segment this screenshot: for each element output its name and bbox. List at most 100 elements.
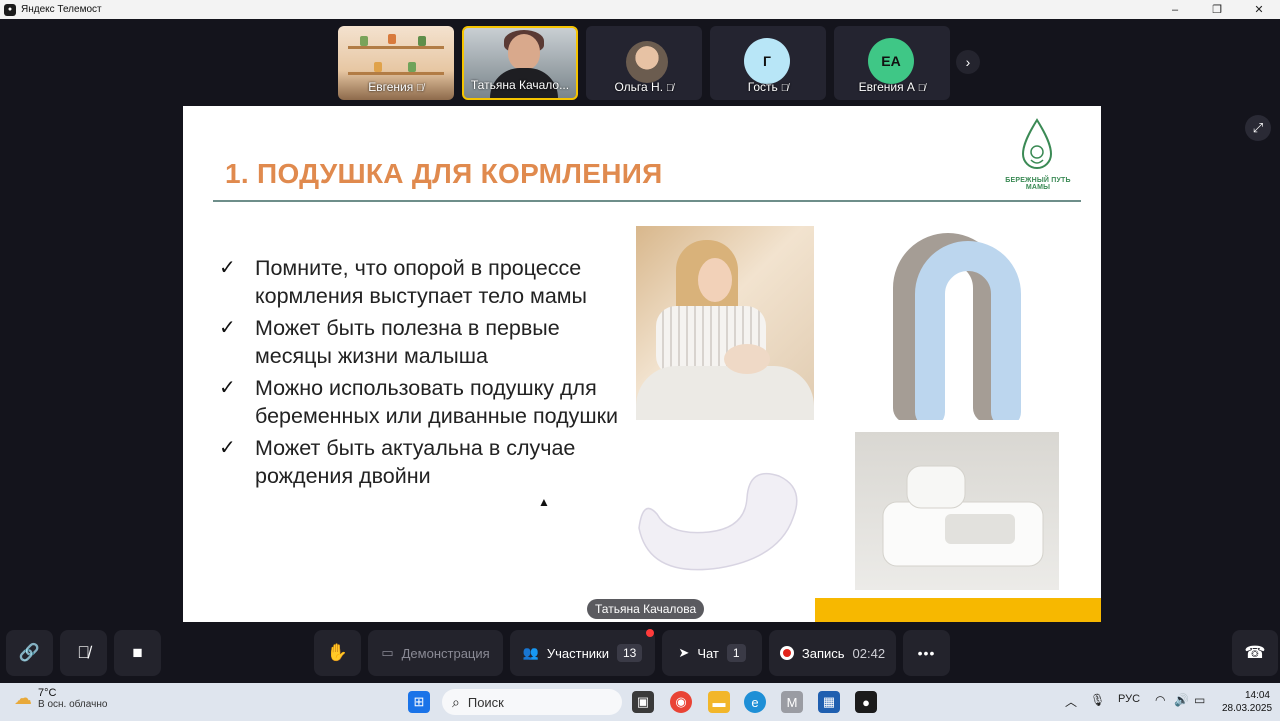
list-item: ✓ Может быть актуальна в случае рождения …	[219, 436, 576, 488]
send-icon: ➤	[678, 645, 690, 660]
more-icon: •••	[917, 645, 936, 661]
camera-toggle-button[interactable]: ■	[114, 630, 161, 676]
record-icon	[779, 646, 794, 660]
participants-button[interactable]: 👥 Участники 13	[510, 630, 655, 676]
search-icon: ⌕	[452, 693, 460, 710]
participant-tile-guest[interactable]: Г Гость 🎙̸	[710, 26, 826, 100]
strip-next-button[interactable]: ›	[956, 50, 980, 74]
raise-hand-button[interactable]: ✋	[314, 630, 361, 676]
title-bar: ● Яндекс Телемост – ❐ ✕	[0, 0, 1280, 19]
mic-toggle-button[interactable]: 🎙̸	[60, 630, 107, 676]
avatar: ЕА	[868, 38, 914, 84]
chat-count: 1	[726, 644, 746, 662]
list-item: ✓ Можно использовать подушку для беременн…	[219, 376, 619, 428]
battery-icon[interactable]: ▭	[1194, 693, 1205, 707]
microphone-icon[interactable]: 🎙	[1090, 693, 1105, 707]
windows-taskbar: ☁ 7°C В осн. облачно ⊞ ⌕ Поиск ▣ ◉ ▬ e M …	[0, 683, 1280, 721]
telemost-window: ● Яндекс Телемост – ❐ ✕ Евгения 🎙̸ Татьян…	[0, 0, 1280, 721]
screen-share-button[interactable]: ▭ Демонстрация	[368, 630, 503, 676]
c-pillow-photo	[629, 458, 813, 588]
window-controls: – ❐ ✕	[1154, 0, 1280, 19]
participant-name: Евгения 🎙̸	[368, 80, 424, 94]
file-explorer-icon[interactable]: ▬	[708, 691, 730, 713]
chrome-icon[interactable]: ◉	[670, 691, 692, 713]
twin-pillow-photo	[855, 432, 1059, 590]
check-icon: ✓	[219, 377, 236, 399]
mouse-cursor-icon: ▲	[538, 495, 550, 509]
tray-chevron-icon[interactable]: ︿	[1065, 693, 1077, 710]
shared-slide: 1. ПОДУШКА ДЛЯ КОРМЛЕНИЯ БЕРЕЖНЫЙ ПУТЬ М…	[183, 106, 1101, 622]
speaker-video	[508, 34, 540, 70]
logo: БЕРЕЖНЫЙ ПУТЬ МАМЫ	[993, 118, 1083, 191]
u-pillow-photo	[886, 228, 1026, 420]
screen-share-icon: ▭	[381, 645, 394, 660]
participant-tile-olga[interactable]: Ольга Н. 🎙̸	[586, 26, 702, 100]
participant-name: Евгения А 🎙̸	[858, 80, 926, 94]
check-icon: ✓	[219, 437, 236, 459]
title-divider	[213, 200, 1081, 202]
more-button[interactable]: •••	[903, 630, 950, 676]
clock-time: 14:04	[1244, 690, 1270, 701]
list-item: ✓ Может быть полезна в первые месяцы жизн…	[219, 316, 560, 368]
app-icon[interactable]: M	[781, 691, 803, 713]
notification-dot	[646, 629, 654, 637]
plant-decor	[418, 36, 426, 46]
task-view-icon[interactable]: ▣	[632, 691, 654, 713]
chat-button[interactable]: ➤ Чат 1	[662, 630, 762, 676]
temperature: 7°C	[38, 687, 57, 699]
wifi-icon[interactable]: ◠	[1155, 693, 1165, 707]
participant-tile-tatyana[interactable]: Татьяна Качало...	[462, 26, 578, 100]
copy-link-button[interactable]: 🔗	[6, 630, 53, 676]
weather-status: В осн. облачно	[38, 699, 108, 710]
participant-name: Ольга Н. 🎙̸	[614, 80, 674, 94]
record-timer: 02:42	[852, 645, 886, 661]
edge-icon[interactable]: e	[744, 691, 766, 713]
shelf-decor	[348, 72, 444, 75]
participants-count: 13	[616, 644, 643, 662]
mic-off-icon: 🎙̸	[780, 83, 789, 94]
taskbar-clock[interactable]: 14:04 28.03.2025	[1222, 689, 1273, 715]
participant-tile-evgenia-a[interactable]: ЕА Евгения А 🎙̸	[834, 26, 950, 100]
avatar	[626, 41, 668, 83]
volume-icon[interactable]: 🔊	[1174, 693, 1189, 707]
telemost-app-icon: ●	[4, 3, 16, 16]
phone-icon: ☎	[1244, 643, 1266, 662]
mother-feeding-photo	[636, 226, 814, 420]
plant-decor	[388, 34, 396, 44]
cloud-icon: ☁	[14, 688, 32, 708]
plant-decor	[408, 62, 416, 72]
people-icon: 👥	[522, 645, 539, 660]
hang-up-button[interactable]: ☎	[1232, 630, 1278, 676]
mic-off-icon: 🎙̸	[416, 83, 424, 94]
plant-decor	[374, 62, 382, 72]
participant-name: Татьяна Качало...	[470, 78, 570, 92]
window-title: Яндекс Телемост	[21, 4, 102, 15]
maximize-button[interactable]: ❐	[1196, 0, 1238, 19]
clock-date: 28.03.2025	[1222, 703, 1273, 714]
close-button[interactable]: ✕	[1238, 0, 1280, 19]
minimize-button[interactable]: –	[1154, 0, 1196, 19]
weather-widget[interactable]: ☁ 7°C В осн. облачно	[14, 687, 107, 710]
mic-off-icon: 🎙̸	[666, 83, 674, 94]
record-button[interactable]: Запись 02:42	[769, 630, 896, 676]
participant-strip: Евгения 🎙̸ Татьяна Качало... Ольга Н. 🎙̸ Г…	[338, 26, 950, 100]
logo-text: БЕРЕЖНЫЙ ПУТЬ МАМЫ	[1005, 177, 1071, 191]
participant-tile-evgenia[interactable]: Евгения 🎙̸	[338, 26, 454, 100]
windows-start-icon[interactable]: ⊞	[408, 691, 430, 713]
slide-title: 1. ПОДУШКА ДЛЯ КОРМЛЕНИЯ	[225, 158, 663, 189]
fullscreen-button[interactable]: ⤢	[1245, 115, 1271, 141]
participant-name: Гость 🎙̸	[747, 80, 789, 94]
camera-icon: ■	[132, 643, 143, 662]
store-icon[interactable]: ▦	[818, 691, 840, 713]
bullet-list: ✓ Помните, что опорой в процессе кормлени…	[219, 254, 629, 494]
drop-logo-icon	[1021, 118, 1053, 169]
list-item: ✓ Помните, что опорой в процессе кормлени…	[219, 256, 588, 308]
shelf-decor	[348, 46, 444, 49]
mic-off-icon: 🎙̸	[77, 643, 90, 662]
telemost-taskbar-icon[interactable]: ●	[855, 691, 877, 713]
plant-decor	[360, 36, 368, 46]
language-indicator[interactable]: РУС	[1118, 693, 1140, 705]
hand-icon: ✋	[326, 643, 349, 662]
check-icon: ✓	[219, 317, 236, 339]
taskbar-search[interactable]: ⌕ Поиск	[442, 689, 622, 715]
